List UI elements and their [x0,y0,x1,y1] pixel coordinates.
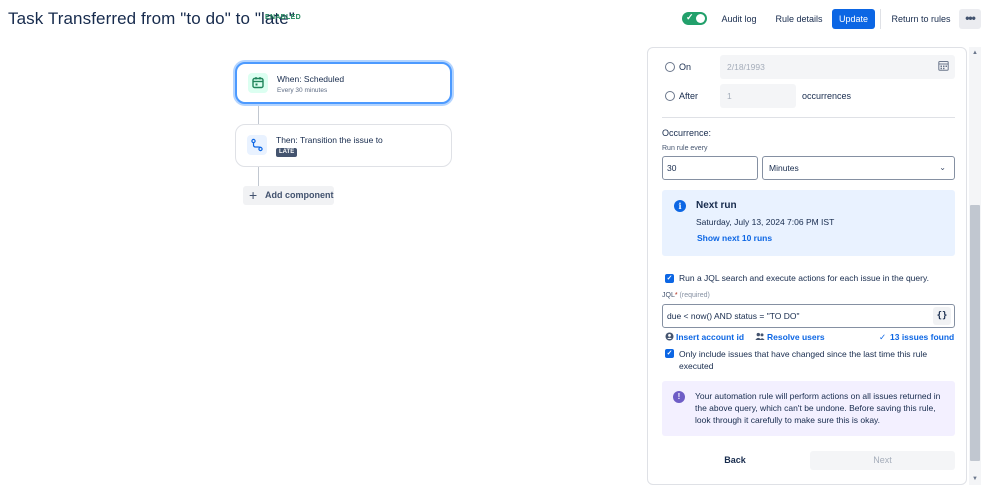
more-horizontal-icon[interactable]: ••• [959,9,981,29]
end-on-radio[interactable] [665,62,675,72]
toggle-knob [696,14,705,23]
end-date-field[interactable]: 2/18/1993 [720,55,955,79]
divider [662,117,955,118]
rule-title: Task Transferred from "to do" to "late" [8,9,295,28]
transition-icon [247,135,267,155]
action-component[interactable]: Then: Transition the issue to LATE [235,124,452,167]
run-rule-every-label: Run rule every [662,145,708,152]
run-jql-checkbox[interactable]: ✓ [665,274,674,283]
flow-connector [258,106,259,124]
scrollbar-thumb[interactable] [970,205,980,461]
scroll-down-icon[interactable]: ▼ [972,476,978,482]
occurrence-heading: Occurrence: [662,128,712,138]
person-icon [665,332,674,343]
flow-connector [258,167,259,186]
end-on-label: On [679,62,692,72]
only-changed-label: Only include issues that have changed si… [679,349,928,371]
interval-unit-value: Minutes [769,163,799,173]
run-jql-label: Run a JQL search and execute actions for… [679,273,929,283]
rule-details-button[interactable]: Rule details [772,9,826,29]
interval-value-input[interactable]: 30 [662,156,758,180]
status-badge: ENABLED [265,14,301,21]
warning-icon: ! [673,391,685,403]
trigger-title: When: Scheduled [277,74,345,84]
insert-account-id-link[interactable]: Insert account id [676,332,744,342]
jql-label: JQL* (required) [662,292,710,299]
next-run-title: Next run [696,200,737,211]
check-icon: ✓ [686,12,694,22]
audit-log-button[interactable]: Audit log [714,9,764,29]
end-after-radio[interactable] [665,91,675,101]
resolve-users-link[interactable]: Resolve users [767,332,825,342]
jql-label-text: JQL [662,292,675,299]
calendar-icon [248,73,268,93]
calendar-icon[interactable] [938,60,949,74]
scroll-up-icon[interactable]: ▲ [972,50,978,56]
status-lozenge: LATE [276,148,298,157]
interval-unit-select[interactable]: Minutes ⌄ [762,156,955,180]
next-button[interactable]: Next [810,451,955,470]
divider [880,9,881,29]
warning-panel: ! Your automation rule will perform acti… [662,381,955,436]
show-next-runs-link[interactable]: Show next 10 runs [697,233,772,243]
only-changed-checkbox[interactable]: ✓ [665,349,674,358]
plus-icon: + [249,187,258,203]
top-bar: Task Transferred from "to do" to "late" … [0,0,999,40]
back-button[interactable]: Back [715,451,755,470]
required-hint: (required) [679,292,710,299]
next-run-panel: i Next run Saturday, July 13, 2024 7:06 … [662,190,955,256]
info-icon: i [674,200,686,212]
update-button[interactable]: Update [832,9,875,29]
trigger-component[interactable]: When: Scheduled Every 30 minutes [235,62,452,104]
chevron-down-icon: ⌄ [939,163,946,172]
add-component-button[interactable]: + Add component [243,186,334,205]
required-mark: * [674,292,678,299]
return-to-rules-button[interactable]: Return to rules [888,9,954,29]
action-title: Then: Transition the issue to [276,135,383,145]
next-run-date: Saturday, July 13, 2024 7:06 PM IST [696,217,835,227]
trigger-subtitle: Every 30 minutes [277,87,328,94]
check-icon: ✓ [879,332,887,342]
jql-input[interactable]: due < now() AND status = "TO DO" [662,304,955,328]
rule-enabled-toggle[interactable]: ✓ [682,12,707,25]
warning-text: Your automation rule will perform action… [695,391,941,425]
occurrences-field[interactable]: 1 [720,84,796,108]
people-icon [755,332,765,343]
jql-format-button[interactable]: {} [933,307,951,325]
occurrences-suffix: occurrences [802,91,852,101]
issues-found-link[interactable]: 13 issues found [890,332,954,342]
add-component-label: Add component [265,190,334,200]
end-after-label: After [679,91,699,101]
